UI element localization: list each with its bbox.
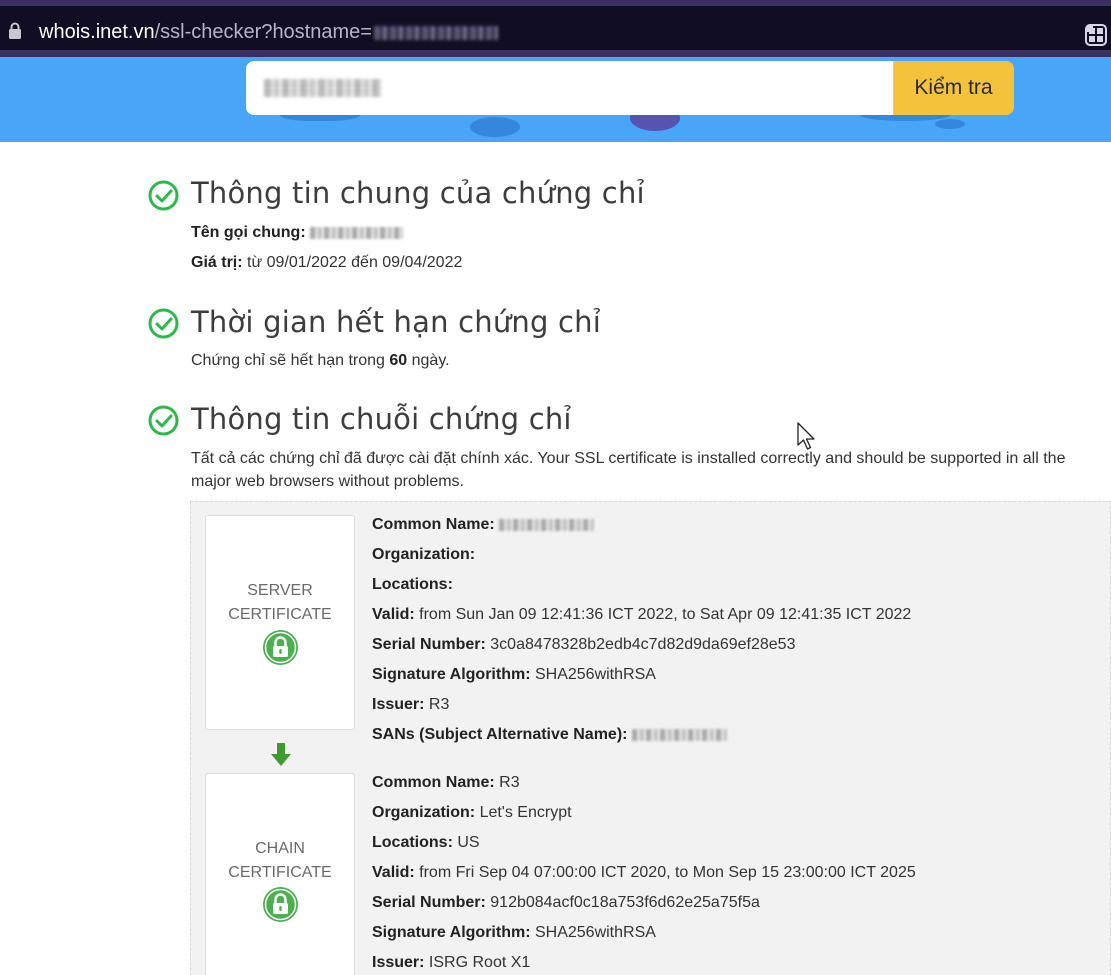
value: R3 [428, 696, 450, 713]
section-title: Thông tin chung của chứng chỉ [191, 176, 645, 210]
chain-certificate-card: CHAIN CERTIFICATE [205, 773, 355, 975]
padlock-icon [263, 630, 298, 665]
label: Serial Number: [372, 636, 486, 653]
server-locations: Locations: [372, 576, 453, 594]
label: Valid: [372, 864, 415, 881]
label: Common Name: [372, 516, 495, 533]
validity-label: Giá trị: [191, 254, 243, 271]
value: SHA256withRSA [534, 924, 656, 941]
expiry-days: 60 [389, 352, 408, 369]
chain-valid: Valid: from Fri Sep 04 07:00:00 ICT 2020… [372, 864, 916, 882]
check-circle-icon [148, 308, 179, 339]
server-common-name: Common Name: [372, 516, 595, 534]
server-serial: Serial Number: 3c0a8478328b2edb4c7d82d9d… [372, 636, 795, 654]
value: US [457, 834, 480, 851]
value: Let's Encrypt [479, 804, 572, 821]
search-input[interactable] [246, 61, 894, 115]
chain-issuer: Issuer: ISRG Root X1 [372, 954, 530, 972]
chain-organization: Organization: Let's Encrypt [372, 804, 572, 822]
server-valid: Valid: from Sun Jan 09 12:41:36 ICT 2022… [372, 606, 911, 624]
label: Organization: [372, 546, 476, 563]
arrow-down-icon [271, 743, 291, 766]
common-name-label: Tên gọi chung: [191, 224, 306, 241]
address-bar[interactable]: whois.inet.vn/ssl-checker?hostname= [0, 6, 1111, 52]
label: Locations: [372, 576, 453, 593]
redacted-value [499, 518, 595, 531]
label: Locations: [372, 834, 453, 851]
label: Common Name: [372, 774, 495, 791]
padlock-icon [263, 887, 298, 922]
value: ISRG Root X1 [428, 954, 531, 971]
decoration [470, 117, 520, 137]
validity-value: từ 09/01/2022 đến 09/04/2022 [247, 254, 463, 271]
label: Issuer: [372, 954, 425, 971]
label: Valid: [372, 606, 415, 623]
label: SANs (Subject Alternative Name): [372, 726, 628, 743]
browser-bottom-strip [0, 50, 1111, 57]
url-path: /ssl-checker?hostname= [154, 21, 372, 43]
chain-signature-algorithm: Signature Algorithm: SHA256withRSA [372, 924, 656, 942]
section-title: Thông tin chuỗi chứng chỉ [191, 402, 572, 436]
value: 912b084acf0c18a753f6d62e25a75f5a [490, 894, 760, 911]
common-name-row: Tên gọi chung: [191, 224, 404, 242]
server-issuer: Issuer: R3 [372, 696, 449, 714]
server-sans: SANs (Subject Alternative Name): [372, 726, 727, 744]
label: Issuer: [372, 696, 425, 713]
value: from Fri Sep 04 07:00:00 ICT 2020, to Mo… [419, 864, 916, 881]
expiry-text-after: ngày. [407, 352, 450, 369]
chain-description-line1: Tất cả các chứng chỉ đã được cài đặt chí… [191, 450, 1066, 467]
lock-icon [9, 22, 21, 39]
value: from Sun Jan 09 12:41:36 ICT 2022, to Sa… [419, 606, 912, 623]
section-title: Thời gian hết hạn chứng chỉ [191, 305, 601, 339]
check-button[interactable]: Kiểm tra [893, 61, 1014, 115]
redacted-hostname [373, 25, 498, 40]
chain-common-name: Common Name: R3 [372, 774, 520, 792]
card-label-line2: CERTIFICATE [228, 864, 332, 881]
mouse-cursor-icon [797, 422, 815, 450]
redacted-search-value [264, 79, 382, 97]
card-label-line1: CHAIN [255, 840, 305, 857]
url-host: whois.inet.vn [39, 21, 155, 43]
label: Signature Algorithm: [372, 924, 531, 941]
extensions-icon[interactable] [1085, 24, 1107, 46]
chain-serial: Serial Number: 912b084acf0c18a753f6d62e2… [372, 894, 760, 912]
server-signature-algorithm: Signature Algorithm: SHA256withRSA [372, 666, 656, 684]
redacted-value [631, 728, 727, 741]
card-label-line1: SERVER [247, 582, 313, 599]
value: 3c0a8478328b2edb4c7d82d9da69ef28e53 [490, 636, 796, 653]
value: SHA256withRSA [534, 666, 656, 683]
server-organization: Organization: [372, 546, 475, 564]
label: Serial Number: [372, 894, 486, 911]
hero-banner: Kiểm tra [0, 57, 1111, 142]
label: Organization: [372, 804, 476, 821]
chain-description-line2: major web browsers without problems. [191, 473, 464, 490]
chain-locations: Locations: US [372, 834, 480, 852]
expiry-text-before: Chứng chỉ sẽ hết hạn trong [191, 352, 390, 369]
decoration [935, 119, 965, 129]
card-label-line2: CERTIFICATE [228, 606, 332, 623]
label: Signature Algorithm: [372, 666, 531, 683]
url-text[interactable]: whois.inet.vn/ssl-checker?hostname= [39, 21, 498, 44]
validity-row: Giá trị: từ 09/01/2022 đến 09/04/2022 [191, 254, 462, 272]
check-circle-icon [148, 180, 179, 211]
expiry-text: Chứng chỉ sẽ hết hạn trong 60 ngày. [191, 352, 450, 370]
redacted-common-name [310, 226, 404, 239]
check-circle-icon [148, 405, 179, 436]
value: R3 [499, 774, 520, 791]
certificate-chain-panel: SERVER CERTIFICATE CHAIN CERTIFICATE Com… [190, 501, 1111, 975]
server-certificate-card: SERVER CERTIFICATE [205, 515, 355, 730]
